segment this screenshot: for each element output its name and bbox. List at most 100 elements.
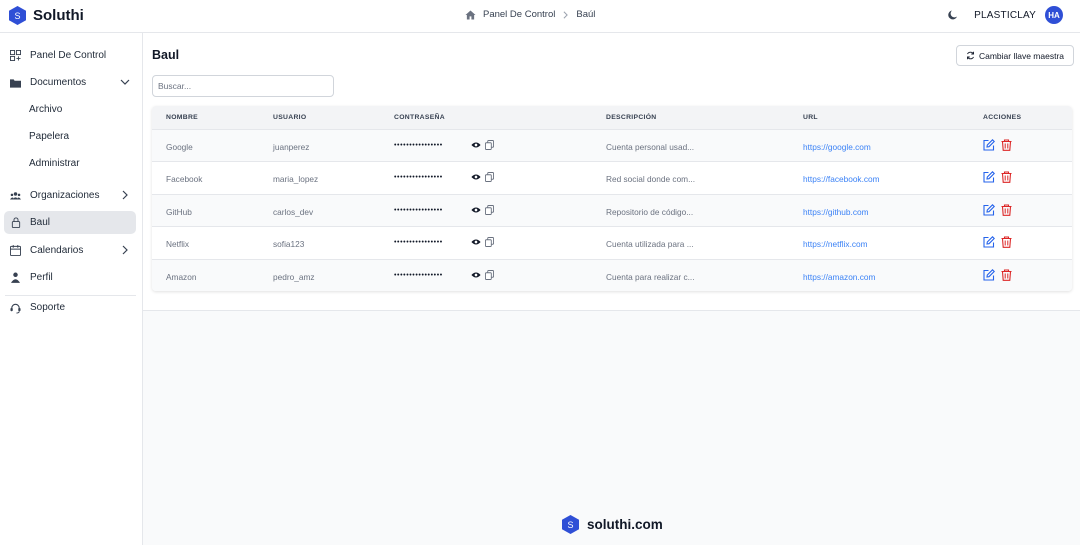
cell-description: Cuenta utilizada para ... xyxy=(606,239,694,250)
breadcrumb-home[interactable]: Panel De Control xyxy=(483,9,555,20)
copy-icon[interactable] xyxy=(485,269,494,280)
cell-url-link[interactable]: https://amazon.com xyxy=(803,272,875,282)
vault-table: NOMBRE USUARIO CONTRASEÑA DESCRIPCIÓN UR… xyxy=(152,106,1072,291)
column-header-usuario[interactable]: USUARIO xyxy=(273,114,306,121)
edit-icon[interactable] xyxy=(983,203,995,216)
password-actions xyxy=(471,204,498,215)
eye-icon[interactable] xyxy=(471,206,481,214)
table-header: NOMBRE USUARIO CONTRASEÑA DESCRIPCIÓN UR… xyxy=(152,106,1072,129)
edit-icon[interactable] xyxy=(983,236,995,248)
logo-hex-icon: S xyxy=(9,6,26,25)
cell-user: sofia123 xyxy=(273,239,305,250)
username[interactable]: PLASTICLAY xyxy=(974,10,1036,21)
copy-icon[interactable] xyxy=(485,204,494,215)
chevron-right-icon xyxy=(563,10,569,19)
cell-description: Red social donde com... xyxy=(606,174,696,185)
sidebar-item-label: Archivo xyxy=(29,104,63,115)
trash-icon[interactable] xyxy=(1001,139,1012,151)
eye-icon[interactable] xyxy=(471,141,481,149)
home-icon[interactable] xyxy=(465,9,476,20)
sidebar-item-documentos[interactable]: Documentos xyxy=(4,71,136,94)
moon-icon[interactable] xyxy=(947,9,959,21)
table-row: Google juanperez •••••••••••••••• Cuenta… xyxy=(152,129,1072,162)
sidebar-item-label: Baul xyxy=(30,217,51,228)
sidebar-item-label: Panel De Control xyxy=(30,50,107,61)
calendar-icon xyxy=(10,245,21,256)
column-header-acciones: ACCIONES xyxy=(983,114,1022,121)
copy-icon[interactable] xyxy=(485,237,494,248)
footer-brand-name: soluthi.com xyxy=(587,517,663,532)
sidebar-item-organizaciones[interactable]: Organizaciones xyxy=(4,184,136,207)
cell-password: •••••••••••••••• xyxy=(394,174,443,182)
edit-icon[interactable] xyxy=(983,139,995,151)
trash-icon[interactable] xyxy=(1001,204,1012,216)
trash-icon[interactable] xyxy=(1001,269,1012,281)
sidebar-item-papelera[interactable]: Papelera xyxy=(4,125,136,148)
chevron-right-icon[interactable] xyxy=(120,245,130,255)
breadcrumb-current: Baúl xyxy=(576,9,596,20)
refresh-icon xyxy=(967,51,974,60)
cell-user: carlos_dev xyxy=(273,206,314,217)
copy-icon[interactable] xyxy=(485,172,494,183)
edit-icon[interactable] xyxy=(983,171,995,183)
sidebar-item-soporte[interactable]: Soporte xyxy=(4,296,136,319)
table-row: Netflix sofia123 •••••••••••••••• Cuenta… xyxy=(152,226,1072,258)
cell-password: •••••••••••••••• xyxy=(394,142,443,149)
cell-url-link[interactable]: https://github.com xyxy=(803,207,869,217)
sidebar-item-label: Perfil xyxy=(30,272,53,283)
cell-description: Cuenta personal usad... xyxy=(606,142,695,152)
user-icon xyxy=(10,272,21,283)
brand-logo[interactable]: S Soluthi xyxy=(9,6,84,25)
copy-icon[interactable] xyxy=(485,140,494,150)
cell-name: Amazon xyxy=(166,271,197,282)
eye-icon[interactable] xyxy=(471,271,481,279)
footer-brand[interactable]: S soluthi.com xyxy=(562,515,663,534)
sidebar-item-label: Organizaciones xyxy=(30,190,100,201)
table-row: Amazon pedro_amz •••••••••••••••• Cuenta… xyxy=(152,258,1072,291)
cell-url-link[interactable]: https://google.com xyxy=(803,142,871,152)
table-row: Facebook maria_lopez •••••••••••••••• Re… xyxy=(152,161,1072,193)
sidebar-item-baul[interactable]: Baul xyxy=(4,211,136,234)
cell-user: juanperez xyxy=(273,142,310,152)
cell-url-link[interactable]: https://netflix.com xyxy=(803,239,868,249)
change-master-key-label: Cambiar llave maestra xyxy=(978,50,1064,61)
column-header-url[interactable]: URL xyxy=(803,114,818,121)
trash-icon[interactable] xyxy=(1001,171,1012,184)
chevron-down-icon[interactable] xyxy=(120,77,130,87)
column-header-nombre[interactable]: NOMBRE xyxy=(166,114,198,121)
folder-icon xyxy=(10,77,21,88)
sidebar-item-label: Papelera xyxy=(29,131,70,142)
edit-icon[interactable] xyxy=(983,268,995,281)
sidebar-item-label: Soporte xyxy=(30,302,66,313)
cell-url-link[interactable]: https://facebook.com xyxy=(803,174,880,184)
brand-name: Soluthi xyxy=(33,7,84,24)
column-header-contrasena[interactable]: CONTRASEÑA xyxy=(394,114,445,121)
search-input[interactable] xyxy=(152,75,334,97)
sidebar-item-label: Calendarios xyxy=(30,245,84,256)
sidebar-item-archivo[interactable]: Archivo xyxy=(4,98,136,121)
lock-icon xyxy=(10,217,21,228)
eye-icon[interactable] xyxy=(471,238,481,246)
top-header: S Soluthi Panel De Control Baúl PLASTICL… xyxy=(0,0,1080,33)
cell-description: Cuenta para realizar c... xyxy=(606,271,695,282)
row-actions xyxy=(983,236,1018,249)
sidebar-item-calendarios[interactable]: Calendarios xyxy=(4,239,136,262)
sidebar-item-dashboard[interactable]: Panel De Control xyxy=(4,44,136,67)
column-header-descripcion[interactable]: DESCRIPCIÓN xyxy=(606,114,657,121)
sidebar-item-label: Administrar xyxy=(29,158,80,169)
sidebar-item-perfil[interactable]: Perfil xyxy=(4,266,136,289)
sidebar-item-label: Documentos xyxy=(30,77,87,88)
cell-password: •••••••••••••••• xyxy=(394,239,443,247)
cell-name: GitHub xyxy=(166,206,192,217)
trash-icon[interactable] xyxy=(1001,236,1012,249)
row-actions xyxy=(983,139,1018,151)
chevron-right-icon[interactable] xyxy=(120,190,130,200)
eye-icon[interactable] xyxy=(471,173,481,181)
sidebar-item-administrar[interactable]: Administrar xyxy=(4,152,136,175)
page-title: Baul xyxy=(152,48,180,62)
change-master-key-button[interactable]: Cambiar llave maestra xyxy=(955,45,1074,66)
avatar[interactable]: HA xyxy=(1045,6,1063,24)
cell-description: Repositorio de código... xyxy=(606,206,694,217)
dashboard-icon xyxy=(10,50,21,61)
support-icon xyxy=(10,302,21,313)
